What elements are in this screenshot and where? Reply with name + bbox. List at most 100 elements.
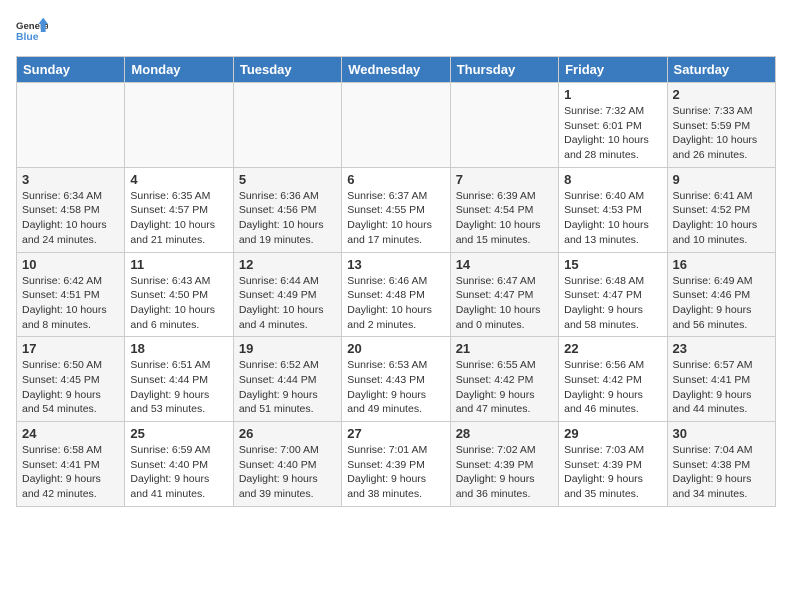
weekday-header-row: SundayMondayTuesdayWednesdayThursdayFrid… (17, 57, 776, 83)
day-number: 16 (673, 257, 770, 272)
weekday-header-friday: Friday (559, 57, 667, 83)
day-number: 3 (22, 172, 119, 187)
day-number: 27 (347, 426, 444, 441)
calendar-cell: 7 Sunrise: 6:39 AM Sunset: 4:54 PM Daylig… (450, 167, 558, 252)
calendar-cell (342, 83, 450, 168)
calendar-cell: 14Sunrise: 6:47 AM Sunset: 4:47 PM Dayli… (450, 252, 558, 337)
weekday-header-thursday: Thursday (450, 57, 558, 83)
calendar-cell (17, 83, 125, 168)
calendar-cell: 24 Sunrise: 6:58 AM Sunset: 4:41 PM Dayli… (17, 422, 125, 507)
day-info: Sunrise: 7:33 AM Sunset: 5:59 PM Dayligh… (673, 104, 770, 163)
day-info: Sunrise: 7:04 AM Sunset: 4:38 PM Dayligh… (673, 443, 770, 502)
calendar-week-1: 1 Sunrise: 7:32 AM Sunset: 6:01 PM Daylig… (17, 83, 776, 168)
day-number: 22 (564, 341, 661, 356)
calendar-cell: 10Sunrise: 6:42 AM Sunset: 4:51 PM Dayli… (17, 252, 125, 337)
day-number: 23 (673, 341, 770, 356)
calendar-cell (450, 83, 558, 168)
day-info: Sunrise: 6:42 AM Sunset: 4:51 PM Dayligh… (22, 274, 119, 333)
day-info: Sunrise: 6:50 AM Sunset: 4:45 PM Dayligh… (22, 358, 119, 417)
day-info: Sunrise: 6:43 AM Sunset: 4:50 PM Dayligh… (130, 274, 227, 333)
day-info: Sunrise: 6:37 AM Sunset: 4:55 PM Dayligh… (347, 189, 444, 248)
day-info: Sunrise: 6:49 AM Sunset: 4:46 PM Dayligh… (673, 274, 770, 333)
calendar-cell: 21Sunrise: 6:55 AM Sunset: 4:42 PM Dayli… (450, 337, 558, 422)
day-number: 9 (673, 172, 770, 187)
day-info: Sunrise: 6:58 AM Sunset: 4:41 PM Dayligh… (22, 443, 119, 502)
day-info: Sunrise: 6:56 AM Sunset: 4:42 PM Dayligh… (564, 358, 661, 417)
calendar-cell: 16 Sunrise: 6:49 AM Sunset: 4:46 PM Dayli… (667, 252, 775, 337)
day-number: 12 (239, 257, 336, 272)
day-number: 19 (239, 341, 336, 356)
day-number: 6 (347, 172, 444, 187)
day-info: Sunrise: 6:41 AM Sunset: 4:52 PM Dayligh… (673, 189, 770, 248)
weekday-header-saturday: Saturday (667, 57, 775, 83)
day-info: Sunrise: 7:32 AM Sunset: 6:01 PM Dayligh… (564, 104, 661, 163)
day-number: 8 (564, 172, 661, 187)
day-number: 29 (564, 426, 661, 441)
calendar-cell: 6 Sunrise: 6:37 AM Sunset: 4:55 PM Daylig… (342, 167, 450, 252)
calendar-cell: 8 Sunrise: 6:40 AM Sunset: 4:53 PM Daylig… (559, 167, 667, 252)
calendar-cell: 28 Sunrise: 7:02 AM Sunset: 4:39 PM Dayli… (450, 422, 558, 507)
day-number: 28 (456, 426, 553, 441)
svg-text:Blue: Blue (16, 32, 39, 43)
calendar-cell: 22 Sunrise: 6:56 AM Sunset: 4:42 PM Dayli… (559, 337, 667, 422)
calendar-cell: 2 Sunrise: 7:33 AM Sunset: 5:59 PM Daylig… (667, 83, 775, 168)
calendar-cell: 11 Sunrise: 6:43 AM Sunset: 4:50 PM Dayli… (125, 252, 233, 337)
day-number: 24 (22, 426, 119, 441)
day-info: Sunrise: 6:57 AM Sunset: 4:41 PM Dayligh… (673, 358, 770, 417)
day-info: Sunrise: 6:39 AM Sunset: 4:54 PM Dayligh… (456, 189, 553, 248)
day-number: 26 (239, 426, 336, 441)
day-info: Sunrise: 7:02 AM Sunset: 4:39 PM Dayligh… (456, 443, 553, 502)
page-header: General Blue (16, 16, 776, 48)
day-number: 21 (456, 341, 553, 356)
day-number: 1 (564, 87, 661, 102)
weekday-header-monday: Monday (125, 57, 233, 83)
calendar-cell: 13Sunrise: 6:46 AM Sunset: 4:48 PM Dayli… (342, 252, 450, 337)
calendar-week-5: 24 Sunrise: 6:58 AM Sunset: 4:41 PM Dayli… (17, 422, 776, 507)
day-number: 25 (130, 426, 227, 441)
calendar-cell: 3 Sunrise: 6:34 AM Sunset: 4:58 PM Daylig… (17, 167, 125, 252)
day-info: Sunrise: 6:34 AM Sunset: 4:58 PM Dayligh… (22, 189, 119, 248)
day-number: 4 (130, 172, 227, 187)
day-info: Sunrise: 6:36 AM Sunset: 4:56 PM Dayligh… (239, 189, 336, 248)
calendar-cell (233, 83, 341, 168)
day-info: Sunrise: 6:44 AM Sunset: 4:49 PM Dayligh… (239, 274, 336, 333)
day-info: Sunrise: 6:46 AM Sunset: 4:48 PM Dayligh… (347, 274, 444, 333)
calendar-cell: 9 Sunrise: 6:41 AM Sunset: 4:52 PM Daylig… (667, 167, 775, 252)
day-number: 30 (673, 426, 770, 441)
calendar-cell: 19 Sunrise: 6:52 AM Sunset: 4:44 PM Dayli… (233, 337, 341, 422)
day-number: 5 (239, 172, 336, 187)
day-info: Sunrise: 6:53 AM Sunset: 4:43 PM Dayligh… (347, 358, 444, 417)
calendar-cell (125, 83, 233, 168)
day-info: Sunrise: 6:47 AM Sunset: 4:47 PM Dayligh… (456, 274, 553, 333)
day-info: Sunrise: 6:40 AM Sunset: 4:53 PM Dayligh… (564, 189, 661, 248)
calendar-cell: 30 Sunrise: 7:04 AM Sunset: 4:38 PM Dayli… (667, 422, 775, 507)
day-info: Sunrise: 6:51 AM Sunset: 4:44 PM Dayligh… (130, 358, 227, 417)
day-info: Sunrise: 6:59 AM Sunset: 4:40 PM Dayligh… (130, 443, 227, 502)
calendar-week-4: 17 Sunrise: 6:50 AM Sunset: 4:45 PM Dayli… (17, 337, 776, 422)
calendar-week-3: 10Sunrise: 6:42 AM Sunset: 4:51 PM Dayli… (17, 252, 776, 337)
day-number: 2 (673, 87, 770, 102)
day-info: Sunrise: 7:03 AM Sunset: 4:39 PM Dayligh… (564, 443, 661, 502)
day-info: Sunrise: 6:52 AM Sunset: 4:44 PM Dayligh… (239, 358, 336, 417)
calendar-cell: 17 Sunrise: 6:50 AM Sunset: 4:45 PM Dayli… (17, 337, 125, 422)
day-number: 11 (130, 257, 227, 272)
day-number: 15 (564, 257, 661, 272)
calendar-cell: 23 Sunrise: 6:57 AM Sunset: 4:41 PM Dayli… (667, 337, 775, 422)
calendar-cell: 29 Sunrise: 7:03 AM Sunset: 4:39 PM Dayli… (559, 422, 667, 507)
calendar-cell: 25 Sunrise: 6:59 AM Sunset: 4:40 PM Dayli… (125, 422, 233, 507)
day-number: 7 (456, 172, 553, 187)
day-info: Sunrise: 6:48 AM Sunset: 4:47 PM Dayligh… (564, 274, 661, 333)
calendar-cell: 26 Sunrise: 7:00 AM Sunset: 4:40 PM Dayli… (233, 422, 341, 507)
day-number: 18 (130, 341, 227, 356)
calendar-cell: 18 Sunrise: 6:51 AM Sunset: 4:44 PM Dayli… (125, 337, 233, 422)
weekday-header-sunday: Sunday (17, 57, 125, 83)
calendar-cell: 5 Sunrise: 6:36 AM Sunset: 4:56 PM Daylig… (233, 167, 341, 252)
logo-icon: General Blue (16, 16, 48, 48)
calendar-cell: 12 Sunrise: 6:44 AM Sunset: 4:49 PM Dayli… (233, 252, 341, 337)
day-number: 17 (22, 341, 119, 356)
weekday-header-wednesday: Wednesday (342, 57, 450, 83)
calendar-week-2: 3 Sunrise: 6:34 AM Sunset: 4:58 PM Daylig… (17, 167, 776, 252)
day-info: Sunrise: 7:00 AM Sunset: 4:40 PM Dayligh… (239, 443, 336, 502)
calendar-cell: 4Sunrise: 6:35 AM Sunset: 4:57 PM Daylig… (125, 167, 233, 252)
calendar-cell: 1 Sunrise: 7:32 AM Sunset: 6:01 PM Daylig… (559, 83, 667, 168)
